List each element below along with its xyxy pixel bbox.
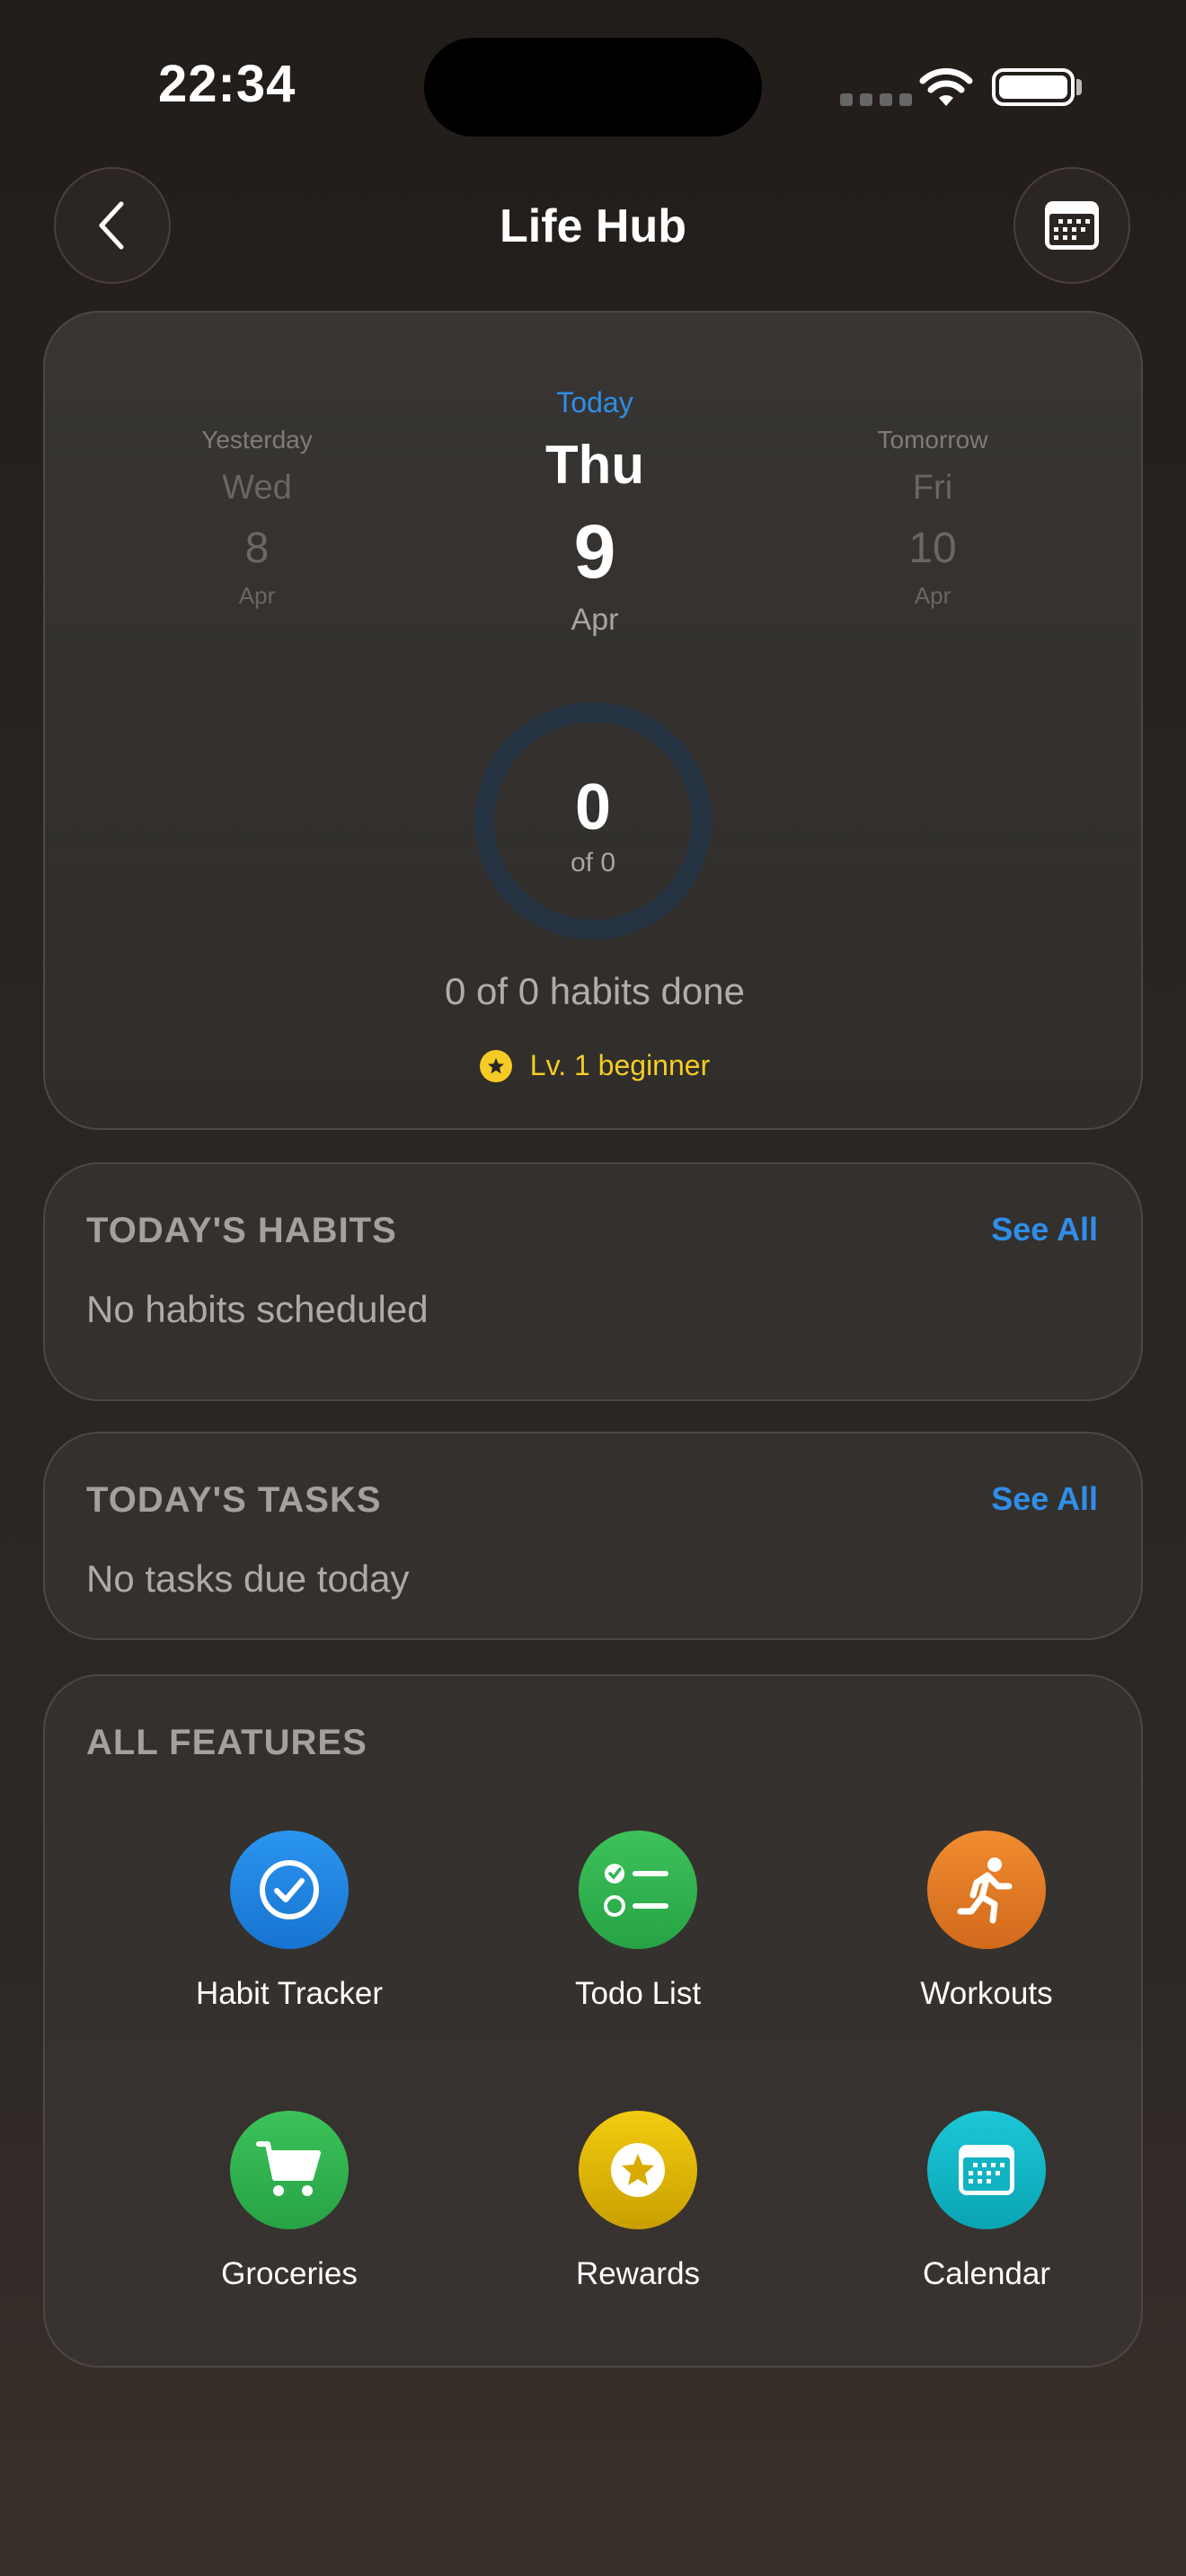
dynamic-island: [424, 38, 762, 137]
yesterday-day: 8: [244, 525, 270, 572]
yesterday-column[interactable]: Yesterday Wed 8 Apr: [149, 426, 365, 610]
feature-label: Habit Tracker: [195, 1976, 384, 2011]
today-column[interactable]: Today Thu 9 Apr: [487, 386, 703, 638]
today-day: 9: [573, 509, 616, 594]
cart-icon: [230, 2111, 349, 2229]
feature-label: Groceries: [221, 2256, 358, 2291]
tomorrow-label: Tomorrow: [877, 426, 988, 454]
feature-label: Workouts: [920, 1976, 1053, 2011]
star-icon: [579, 2111, 697, 2229]
status-bar: 22:34: [0, 0, 1186, 171]
day-overview-card: Yesterday Wed 8 Apr Today Thu 9 Apr Tomo…: [43, 311, 1143, 1130]
habits-empty-text: No habits scheduled: [86, 1288, 429, 1330]
todays-habits-card: TODAY'S HABITS See All No habits schedul…: [43, 1162, 1143, 1401]
progress-count: 0: [574, 772, 612, 843]
feature-label: Rewards: [575, 2256, 701, 2291]
running-figure-icon: [927, 1831, 1046, 1949]
checklist-icon: [579, 1831, 697, 1949]
features-section-title: ALL FEATURES: [86, 1723, 367, 1762]
battery-icon: [992, 68, 1075, 106]
yesterday-month: Apr: [238, 582, 276, 609]
page-title: Life Hub: [500, 200, 686, 252]
todays-tasks-card: TODAY'S TASKS See All No tasks due today: [43, 1432, 1143, 1640]
check-circle-icon: [230, 1831, 349, 1949]
today-label: Today: [556, 386, 633, 419]
calendar-icon: [927, 2111, 1046, 2229]
yesterday-label: Yesterday: [201, 426, 313, 454]
tasks-see-all-link[interactable]: See All: [991, 1480, 1098, 1518]
battery-cap: [1076, 79, 1082, 95]
feature-todo-list[interactable]: Todo List: [503, 1831, 773, 2073]
tasks-empty-text: No tasks due today: [86, 1557, 410, 1600]
tomorrow-day: 10: [908, 525, 957, 572]
feature-workouts[interactable]: Workouts: [852, 1831, 1121, 2073]
level-label: Lv. 1 beginner: [529, 1049, 711, 1081]
feature-groceries[interactable]: Groceries: [155, 2111, 424, 2353]
wifi-icon: [919, 67, 973, 106]
calendar-icon: [1045, 201, 1099, 250]
habits-done-summary: 0 of 0 habits done: [445, 970, 745, 1012]
all-features-card: ALL FEATURES Habit Tracker Todo List Wor…: [43, 1674, 1143, 2368]
status-time: 22:34: [158, 55, 296, 113]
progress-total: of 0: [570, 848, 616, 878]
level-badge: Lv. 1 beginner: [45, 1049, 1145, 1082]
yesterday-weekday: Wed: [222, 469, 292, 507]
tomorrow-month: Apr: [914, 582, 951, 609]
tasks-section-title: TODAY'S TASKS: [86, 1480, 382, 1520]
cellular-icon: [840, 93, 912, 106]
feature-label: Calendar: [922, 2256, 1051, 2291]
star-icon: [479, 1049, 512, 1082]
today-month: Apr: [571, 603, 619, 637]
habits-section-title: TODAY'S HABITS: [86, 1211, 397, 1250]
feature-calendar[interactable]: Calendar: [852, 2111, 1121, 2353]
feature-label: Todo List: [574, 1976, 702, 2011]
tomorrow-column[interactable]: Tomorrow Fri 10 Apr: [825, 426, 1040, 610]
tomorrow-weekday: Fri: [912, 469, 953, 507]
feature-habit-tracker[interactable]: Habit Tracker: [155, 1831, 424, 2073]
habits-see-all-link[interactable]: See All: [991, 1211, 1098, 1248]
today-weekday: Thu: [545, 435, 644, 495]
calendar-button[interactable]: [1013, 167, 1130, 284]
feature-rewards[interactable]: Rewards: [503, 2111, 773, 2353]
